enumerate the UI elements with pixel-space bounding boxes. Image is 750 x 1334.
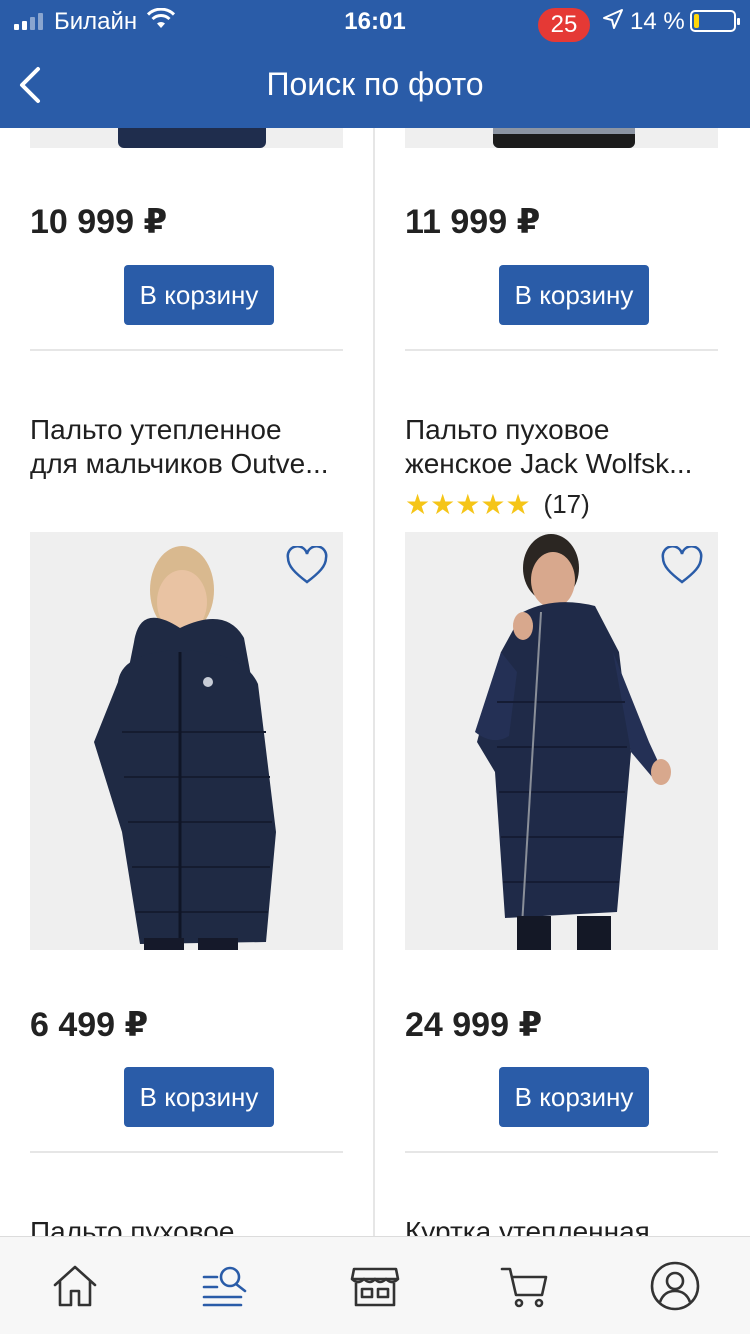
tab-search[interactable] (200, 1261, 250, 1311)
page-title: Поиск по фото (266, 66, 484, 102)
tab-profile[interactable] (650, 1261, 700, 1311)
battery-percentage: 14 % (630, 8, 685, 35)
heart-outline-icon (286, 546, 328, 584)
row-divider (30, 1151, 343, 1153)
favorite-button[interactable] (660, 546, 704, 586)
home-icon (53, 1265, 97, 1307)
add-to-cart-button[interactable]: В корзину (499, 1067, 649, 1127)
star-icon: ★ (455, 489, 481, 520)
store-icon (350, 1267, 400, 1307)
add-to-cart-button[interactable]: В корзину (124, 265, 274, 325)
battery-level-fill (694, 14, 699, 28)
cart-badge: 25 (538, 8, 590, 42)
add-to-cart-button[interactable]: В корзину (124, 1067, 274, 1127)
product-image[interactable] (405, 128, 718, 148)
star-icon: ★ (505, 489, 531, 520)
add-to-cart-button[interactable]: В корзину (499, 265, 649, 325)
tab-cart[interactable] (500, 1261, 550, 1311)
product-price: 6 499 ₽ (30, 1006, 149, 1044)
product-name[interactable]: Пальто утепленное для мальчиков Outve... (30, 413, 350, 481)
product-name-line: Пальто пуховое (405, 414, 610, 445)
star-icon: ★ (480, 489, 506, 520)
product-price: 10 999 ₽ (30, 203, 168, 241)
coat-photo (475, 534, 671, 950)
tab-stores[interactable] (350, 1261, 400, 1311)
product-rating: ★★★★★ (17) (405, 488, 590, 521)
product-name-line: женское Jack Wolfsk... (405, 448, 693, 479)
product-name[interactable]: Пальто пуховое женское Jack Wolfsk... (405, 413, 725, 481)
star-icon: ★ (430, 489, 456, 520)
search-list-icon (202, 1266, 247, 1307)
product-price: 11 999 ₽ (405, 203, 541, 241)
location-arrow-icon (602, 8, 624, 37)
heart-outline-icon (661, 546, 703, 584)
tab-home[interactable] (50, 1261, 100, 1311)
product-image[interactable] (30, 532, 343, 950)
star-icon: ★ (405, 489, 431, 520)
product-name-line: для мальчиков Outve... (30, 448, 329, 479)
column-divider (373, 128, 375, 1236)
product-image[interactable] (30, 128, 343, 148)
coat-photo (94, 546, 276, 950)
rating-stars: ★★★★★ (405, 488, 531, 521)
profile-icon (650, 1261, 700, 1311)
battery-icon (690, 10, 740, 32)
product-name-line: Пальто утепленное (30, 414, 282, 445)
tab-bar (0, 1236, 750, 1334)
favorite-button[interactable] (285, 546, 329, 586)
status-bar: Билайн 16:01 14 % (0, 0, 750, 40)
rating-count: (17) (543, 489, 590, 519)
product-price: 24 999 ₽ (405, 1006, 543, 1044)
row-divider (30, 349, 343, 351)
row-divider (405, 349, 718, 351)
row-divider (405, 1151, 718, 1153)
cart-icon (500, 1267, 548, 1308)
top-bar: Билайн 16:01 14 % Поиск по фото (0, 0, 750, 128)
product-image[interactable] (405, 532, 718, 950)
